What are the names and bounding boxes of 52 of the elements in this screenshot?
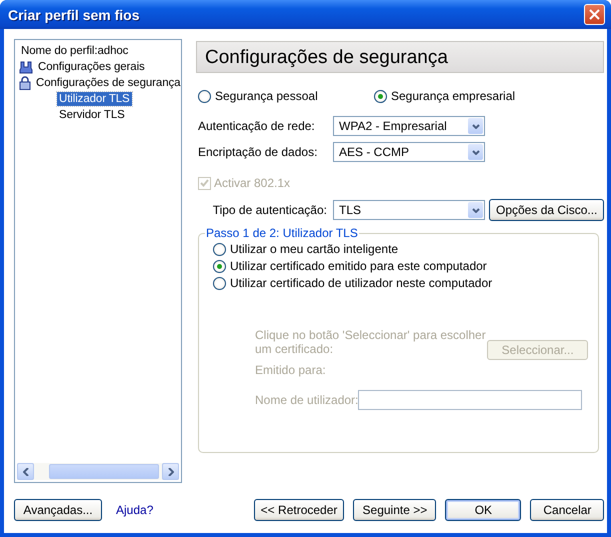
field-label: Emitido para: [255, 363, 326, 377]
tree-item[interactable]: Utilizador TLS [57, 92, 132, 106]
tree-item[interactable]: Nome do perfil:adhoc [19, 44, 130, 58]
instruction-text: Clique no botão 'Seleccionar' para escolher um certificado: [255, 328, 487, 356]
help-link[interactable]: Ajuda? [116, 503, 154, 517]
chevron-down-icon [472, 208, 480, 212]
chevron-down-icon [472, 150, 480, 154]
chevron-down-icon [472, 124, 480, 128]
radio-button[interactable] [213, 242, 226, 256]
close-icon [589, 9, 600, 20]
dropdown-button[interactable] [468, 144, 483, 160]
radio-button[interactable] [213, 260, 226, 272]
field-label: Encriptação de dados: [198, 145, 318, 159]
radio-label: Segurança empresarial [391, 89, 516, 103]
dialog-button[interactable]: OK [445, 499, 522, 521]
advanced-button[interactable]: Avançadas... [14, 499, 102, 521]
tree-item[interactable]: Configurações de segurança [34, 76, 182, 90]
network-adapter-icon [19, 60, 33, 74]
dialog-button[interactable]: << Retroceder [254, 499, 344, 521]
radio-button[interactable] [374, 90, 387, 102]
dropdown-value: TLS [339, 203, 362, 217]
scrollbar-thumb[interactable] [49, 464, 159, 479]
dropdown-field[interactable]: AES - CCMP [333, 142, 485, 162]
section-heading: Configurações de segurança [196, 41, 604, 73]
checkbox-label: Activar 802.1x [214, 176, 290, 190]
field-label: Tipo de autenticação: [212, 203, 328, 217]
lock-icon [19, 76, 31, 90]
dropdown-field[interactable]: WPA2 - Empresarial [333, 116, 485, 136]
radio-button[interactable] [213, 276, 226, 290]
radio-label: Utilizar certificado emitido para este computador [230, 259, 487, 273]
field-label: Autenticação de rede: [198, 119, 316, 133]
radio-button[interactable] [198, 90, 211, 102]
dropdown-value: AES - CCMP [339, 145, 410, 159]
radio-label: Segurança pessoal [215, 89, 318, 103]
dialog-button[interactable]: Cancelar [530, 499, 604, 521]
close-button[interactable] [584, 4, 605, 25]
cisco-options-button[interactable]: Opções da Cisco... [489, 199, 604, 221]
radio-label: Utilizar certificado de utilizador neste computador [230, 276, 492, 290]
dropdown-field[interactable]: TLS [333, 200, 485, 220]
field-label: Nome de utilizador: [255, 393, 358, 407]
radio-label: Utilizar o meu cartão inteligente [230, 242, 398, 256]
dropdown-button[interactable] [468, 202, 483, 218]
window-title: Criar perfil sem fios [8, 6, 140, 22]
horizontal-scrollbar[interactable] [17, 463, 179, 480]
tree-item[interactable]: Configurações gerais [36, 60, 147, 74]
tree-item[interactable]: Servidor TLS [57, 108, 127, 122]
dialog-button[interactable]: Seguinte >> [353, 499, 436, 521]
dropdown-value: WPA2 - Empresarial [339, 119, 447, 133]
dropdown-button[interactable] [468, 118, 483, 134]
group-legend: Passo 1 de 2: Utilizador TLS [205, 226, 359, 240]
scroll-left-button[interactable] [17, 463, 34, 480]
scroll-right-button[interactable] [162, 463, 179, 480]
